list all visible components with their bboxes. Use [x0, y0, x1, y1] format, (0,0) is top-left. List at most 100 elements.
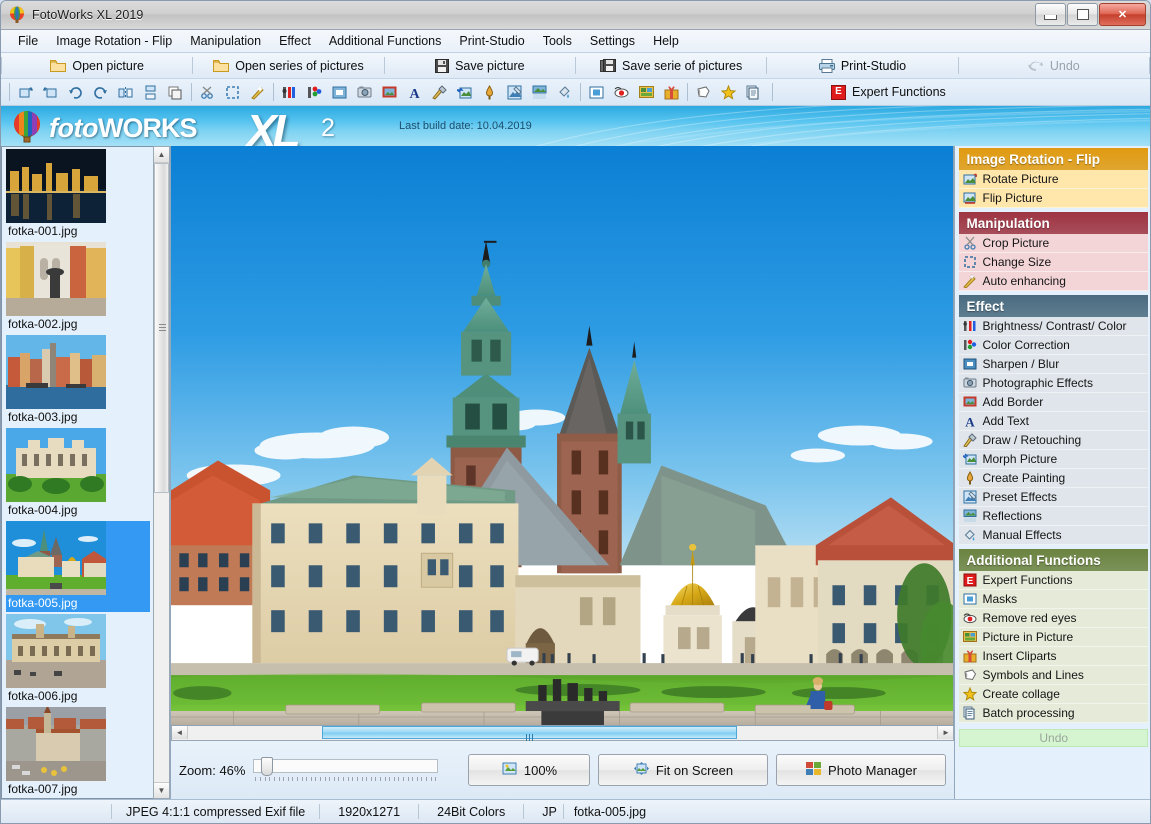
minimize-button[interactable]	[1035, 3, 1066, 26]
sidebar-item-symbols-and-lines[interactable]: Symbols and Lines	[959, 666, 1148, 685]
scroll-right-arrow-icon[interactable]: ►	[937, 726, 954, 739]
zoom-100-button[interactable]: 100%	[468, 754, 591, 786]
rotate-cw-icon[interactable]	[64, 81, 87, 104]
change-size-icon[interactable]	[221, 81, 244, 104]
manual-effects-icon[interactable]	[553, 81, 576, 104]
zoom-slider-handle[interactable]	[261, 757, 274, 776]
menu-help[interactable]: Help	[644, 32, 688, 50]
add-text-icon[interactable]: A	[403, 81, 426, 104]
toolbar-print-studio-button[interactable]: Print-Studio	[767, 53, 957, 78]
thumbnail-item[interactable]: fotka-004.jpg	[6, 428, 150, 519]
scrollbar-thumb[interactable]	[154, 163, 169, 493]
thumbnail-item[interactable]: fotka-006.jpg	[6, 614, 150, 705]
rotate-left-icon[interactable]	[14, 81, 37, 104]
sidebar-item-manual-effects[interactable]: Manual Effects	[959, 526, 1148, 545]
sidebar-item-add-border[interactable]: Add Border	[959, 393, 1148, 412]
morph-picture-icon[interactable]	[453, 81, 476, 104]
toolbar-open-picture-button[interactable]: Open picture	[2, 53, 192, 78]
image-canvas[interactable]	[171, 146, 955, 726]
flip-horizontal-icon[interactable]	[114, 81, 137, 104]
menu-print-studio[interactable]: Print-Studio	[450, 32, 533, 50]
sidebar-item-draw-retouching[interactable]: Draw / Retouching	[959, 431, 1148, 450]
masks-icon[interactable]	[585, 81, 608, 104]
clipart-gift-icon	[963, 649, 977, 663]
create-painting-icon[interactable]	[478, 81, 501, 104]
thumbnail-item[interactable]: fotka-001.jpg	[6, 149, 150, 240]
menu-additional-functions[interactable]: Additional Functions	[320, 32, 451, 50]
zoom-slider[interactable]	[253, 757, 439, 783]
scroll-up-arrow-icon[interactable]: ▲	[154, 147, 169, 163]
batch-processing-icon[interactable]	[742, 81, 765, 104]
sidebar-undo-button[interactable]: Undo	[959, 729, 1148, 747]
picture-in-picture-icon[interactable]	[635, 81, 658, 104]
color-correction-icon[interactable]	[303, 81, 326, 104]
menu-tools[interactable]: Tools	[534, 32, 581, 50]
fit-on-screen-button[interactable]: Fit on Screen	[598, 754, 769, 786]
add-border-icon[interactable]	[378, 81, 401, 104]
sidebar-item-brightness-contrast-color[interactable]: Brightness/ Contrast/ Color	[959, 317, 1148, 336]
sidebar-item-morph-picture[interactable]: Morph Picture	[959, 450, 1148, 469]
zoom-slider-track[interactable]	[253, 759, 439, 773]
sidebar-item-insert-cliparts[interactable]: Insert Cliparts	[959, 647, 1148, 666]
toolbar-open-series-of-pictures-button[interactable]: Open series of pictures	[193, 53, 383, 78]
sidebar-item-batch-processing[interactable]: Batch processing	[959, 704, 1148, 723]
sidebar-item-masks[interactable]: Masks	[959, 590, 1148, 609]
brightness-contrast-icon[interactable]	[278, 81, 301, 104]
thumbnail-item[interactable]: fotka-003.jpg	[6, 335, 150, 426]
photographic-effects-icon[interactable]	[353, 81, 376, 104]
sidebar-item-expert-functions[interactable]: E Expert Functions	[959, 571, 1148, 590]
sidebar-item-reflections[interactable]: Reflections	[959, 507, 1148, 526]
sidebar-item-photographic-effects[interactable]: Photographic Effects	[959, 374, 1148, 393]
viewer-bottom-bar: Zoom: 46% 100% Fit on Screen Photo Manag…	[171, 741, 955, 799]
expert-functions-toolbar-button[interactable]: E Expert Functions	[824, 82, 953, 103]
scroll-down-arrow-icon[interactable]: ▼	[154, 782, 169, 798]
rotate-ccw-icon[interactable]	[89, 81, 112, 104]
toolbar-save-serie-of-pictures-button[interactable]: Save serie of pictures	[576, 53, 766, 78]
build-date-label: Last build date: 10.04.2019	[399, 120, 532, 132]
thumbnail-scrollbar[interactable]: ▲ ▼	[153, 146, 170, 799]
hscrollbar-thumb[interactable]	[322, 726, 737, 741]
photo-manager-button[interactable]: Photo Manager	[776, 754, 947, 786]
menu-file[interactable]: File	[9, 32, 47, 50]
crop-scissors-icon[interactable]	[196, 81, 219, 104]
sidebar-item-remove-red-eyes[interactable]: Remove red eyes	[959, 609, 1148, 628]
menu-settings[interactable]: Settings	[581, 32, 644, 50]
insert-cliparts-icon[interactable]	[660, 81, 683, 104]
rotate-right-icon[interactable]	[39, 81, 62, 104]
sidebar-item-sharpen-blur[interactable]: Sharpen / Blur	[959, 355, 1148, 374]
toolbar-save-picture-button[interactable]: Save picture	[385, 53, 575, 78]
sidebar-item-picture-in-picture[interactable]: Picture in Picture	[959, 628, 1148, 647]
sidebar-item-create-collage[interactable]: Create collage	[959, 685, 1148, 704]
sidebar-item-auto-enhancing[interactable]: Auto enhancing	[959, 272, 1148, 291]
close-button[interactable]: ✕	[1099, 3, 1146, 26]
menu-manipulation[interactable]: Manipulation	[181, 32, 270, 50]
sidebar-item-change-size[interactable]: Change Size	[959, 253, 1148, 272]
copy-icon[interactable]	[164, 81, 187, 104]
menu-effect[interactable]: Effect	[270, 32, 320, 50]
thumbnail-item[interactable]: fotka-002.jpg	[6, 242, 150, 333]
sidebar-item-crop-picture[interactable]: Crop Picture	[959, 234, 1148, 253]
menu-image-rotation-flip[interactable]: Image Rotation - Flip	[47, 32, 181, 50]
reflections-icon[interactable]	[528, 81, 551, 104]
scroll-left-arrow-icon[interactable]: ◄	[172, 726, 188, 739]
sidebar-item-create-painting[interactable]: Create Painting	[959, 469, 1148, 488]
maximize-button[interactable]	[1067, 3, 1098, 26]
preset-effects-icon[interactable]	[503, 81, 526, 104]
sidebar-item-color-correction[interactable]: Color Correction	[959, 336, 1148, 355]
symbols-lines-icon[interactable]	[692, 81, 715, 104]
sidebar-item-preset-effects[interactable]: Preset Effects	[959, 488, 1148, 507]
thumbnail-item[interactable]: fotka-005.jpg	[6, 521, 150, 612]
remove-red-eyes-icon[interactable]	[610, 81, 633, 104]
create-collage-star-icon[interactable]	[717, 81, 740, 104]
sidebar-item-flip-picture[interactable]: Flip Picture	[959, 189, 1148, 208]
thumbnail-list[interactable]: fotka-001.jpg fotka-002.jpg fotka-003.jpg f…	[1, 146, 153, 799]
thumbnail-item[interactable]: fotka-007.jpg	[6, 705, 150, 798]
draw-retouching-icon[interactable]	[428, 81, 451, 104]
image-horizontal-scrollbar[interactable]: ◄ ►	[171, 726, 955, 741]
zoom-100-icon	[502, 762, 517, 778]
sidebar-item-rotate-picture[interactable]: Rotate Picture	[959, 170, 1148, 189]
sidebar-item-add-text[interactable]: A Add Text	[959, 412, 1148, 431]
auto-enhance-wand-icon[interactable]	[246, 81, 269, 104]
sharpen-blur-icon[interactable]	[328, 81, 351, 104]
flip-vertical-icon[interactable]	[139, 81, 162, 104]
